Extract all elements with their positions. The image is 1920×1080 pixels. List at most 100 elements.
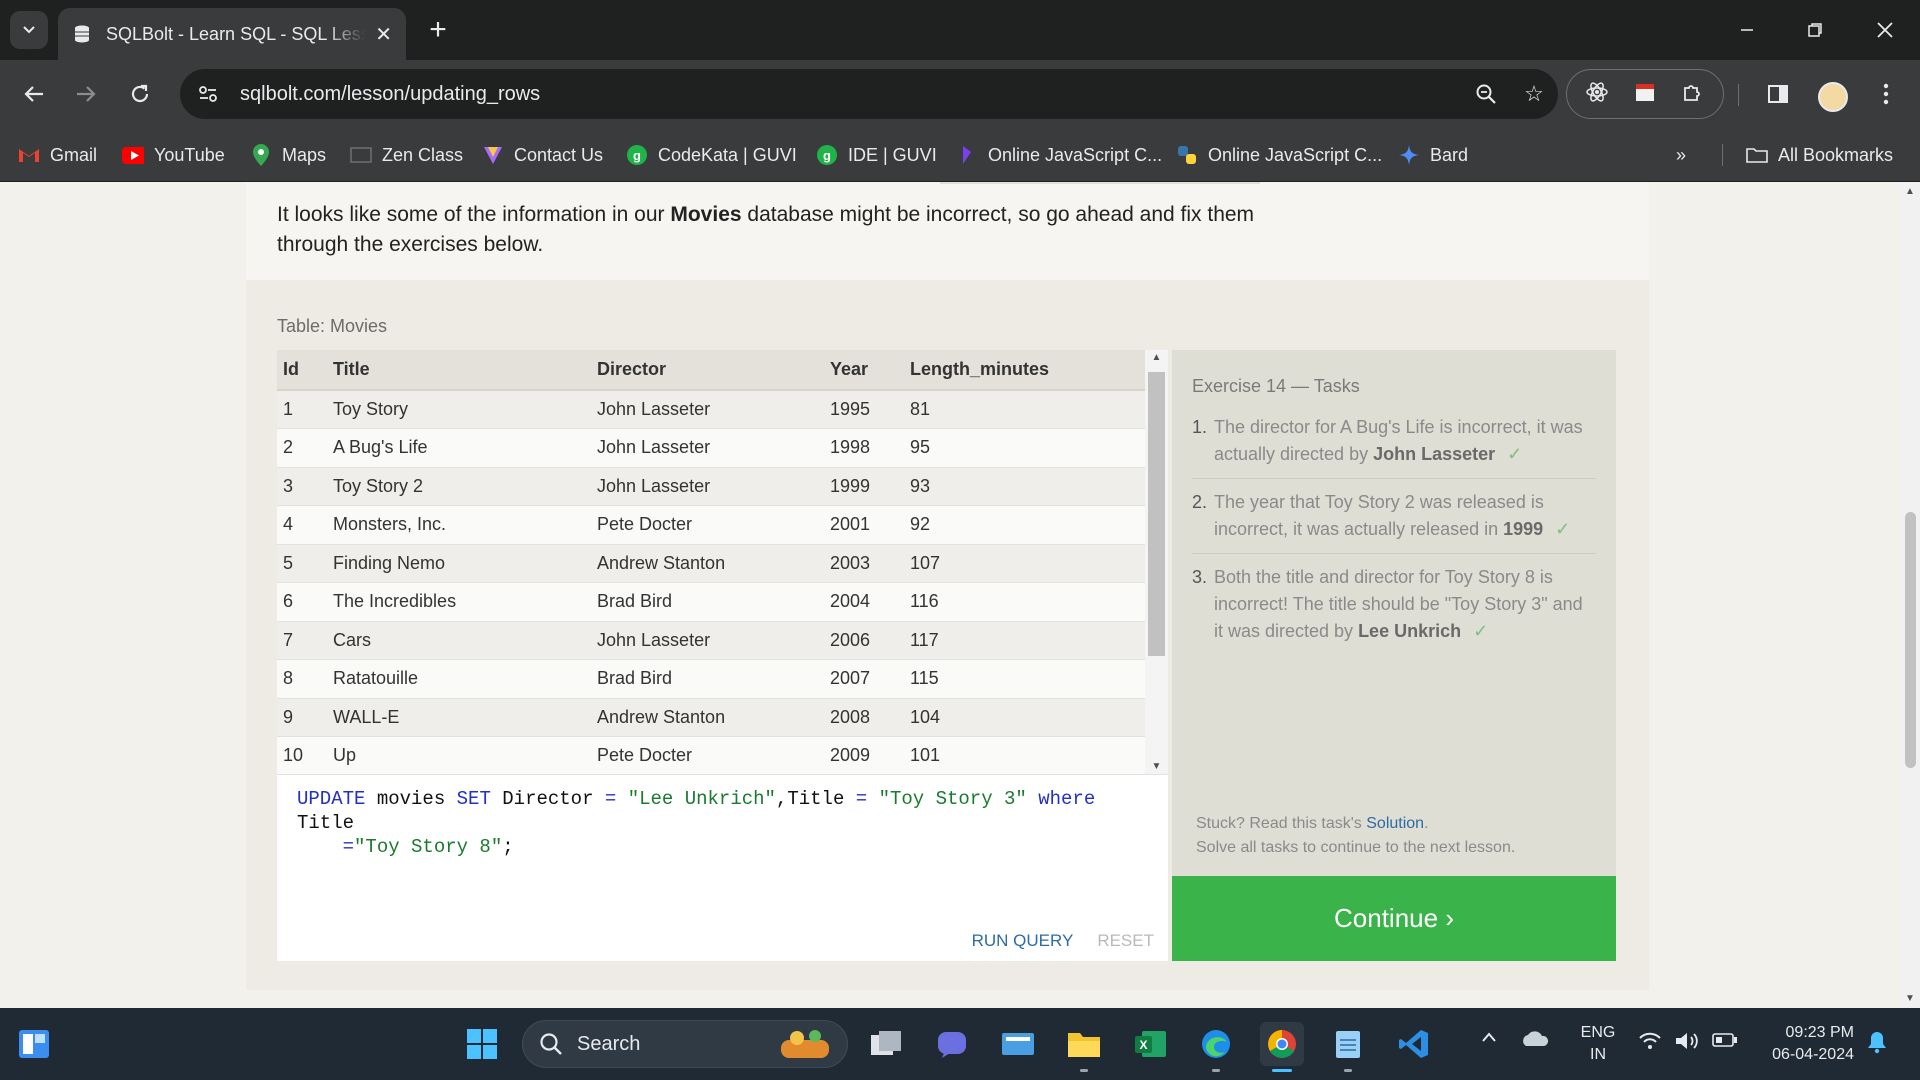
bookmark-contact-us[interactable]: Contact Us [482,140,603,170]
scroll-down-arrow-icon[interactable]: ▼ [1145,761,1168,772]
table-cell: Pete Docter [591,505,824,545]
start-menu-icon[interactable] [460,1022,504,1066]
folder-icon [1746,144,1768,166]
widgets-icon[interactable] [12,1022,56,1066]
checkmark-icon: ✓ [1507,444,1523,464]
bookmarks-separator [1722,144,1723,166]
back-arrow-icon [24,86,43,102]
taskbar-clock[interactable]: 09:23 PM 06-04-2024 [1754,1022,1854,1066]
run-query-button[interactable]: RUN QUERY [972,931,1074,951]
onedrive-icon[interactable] [1520,1026,1550,1055]
side-panel-icon[interactable] [1758,74,1798,114]
table-cell: 2006 [824,621,904,660]
bookmark-label: YouTube [154,144,225,165]
app-icon[interactable] [996,1022,1040,1066]
table-cell: 2 [277,428,327,468]
address-bar[interactable]: sqlbolt.com/lesson/updating_rows ☆ [180,69,1558,119]
zen-class-icon [350,144,372,166]
table-scroll-thumb[interactable] [1148,372,1165,656]
bookmark-label: Zen Class [382,144,464,165]
scroll-up-arrow-icon[interactable]: ▲ [1145,352,1168,363]
wifi-icon[interactable] [1638,1030,1662,1057]
taskbar-search-box[interactable]: Search [522,1020,848,1068]
excel-icon[interactable]: X [1128,1022,1172,1066]
battery-icon[interactable] [1712,1032,1738,1053]
bookmark-gmail[interactable]: Gmail [18,140,97,170]
table-row: 4 Monsters, Inc. Pete Docter 2001 92 [277,505,1145,545]
edge-icon[interactable] [1194,1022,1238,1072]
table-cell: 2009 [824,736,904,774]
table-cell: 81 [904,390,1145,429]
solution-link[interactable]: Solution [1366,815,1424,832]
table-cell: Toy Story 2 [327,467,591,506]
search-icon [540,1033,562,1055]
react-devtools-icon[interactable] [1585,80,1609,109]
page-scroll-up-icon[interactable]: ▲ [1904,186,1916,197]
task-view-icon[interactable] [864,1022,908,1066]
site-info-icon[interactable] [186,72,230,116]
search-highlight-icon [781,1030,829,1058]
teams-chat-icon[interactable] [930,1022,974,1066]
tab-search-button[interactable] [10,11,48,49]
volume-icon[interactable] [1674,1030,1700,1057]
bookmark-youtube[interactable]: YouTube [122,140,225,170]
table-cell: Monsters, Inc. [327,505,591,545]
minimize-button[interactable] [1722,10,1772,50]
bookmark-online-javascript-2[interactable]: Online JavaScript C... [1176,140,1382,170]
bookmark-star-icon[interactable]: ☆ [1510,70,1558,118]
bookmark-online-javascript-1[interactable]: Online JavaScript C... [956,140,1162,170]
vscode-icon[interactable] [1392,1022,1436,1066]
table-cell: 93 [904,467,1145,506]
bookmark-bard[interactable]: Bard [1398,140,1468,170]
forward-button[interactable] [66,74,106,114]
url-text[interactable]: sqlbolt.com/lesson/updating_rows [240,83,1462,106]
bookmark-zen-class[interactable]: Zen Class [350,140,463,170]
page-scroll-thumb[interactable] [1905,512,1916,768]
guvi-icon: g [626,144,648,166]
notification-bell-icon[interactable] [1866,1030,1888,1059]
page-scroll-down-icon[interactable]: ▼ [1904,993,1916,1004]
task-item: 2. The year that Toy Story 2 was release… [1192,489,1596,554]
show-hidden-icons-chevron-icon[interactable] [1480,1022,1498,1057]
tab-close-icon[interactable]: ✕ [375,22,392,47]
profile-avatar[interactable] [1818,82,1848,112]
calendar-extension-icon[interactable] [1634,81,1656,108]
continue-button[interactable]: Continue › [1172,876,1616,961]
all-bookmarks-button[interactable]: All Bookmarks [1746,140,1893,170]
table-cell: 4 [277,505,327,545]
new-tab-button[interactable]: + [420,12,456,48]
restore-button[interactable] [1790,10,1840,50]
table-cell: The Incredibles [327,582,591,622]
exercise-title: Exercise 14 — Tasks [1192,376,1360,396]
minimize-icon [1741,29,1753,31]
zoom-icon[interactable] [1462,70,1510,118]
close-window-button[interactable] [1860,10,1910,50]
bard-icon [1398,144,1420,166]
chrome-menu-icon[interactable] [1866,74,1906,114]
bookmark-maps[interactable]: Maps [250,140,326,170]
table-cell: Brad Bird [591,582,824,622]
bookmark-ide-guvi[interactable]: g IDE | GUVI [816,140,937,170]
all-bookmarks-label: All Bookmarks [1778,144,1894,165]
back-button[interactable] [14,74,54,114]
bookmark-codekata-guvi[interactable]: g CodeKata | GUVI [626,140,797,170]
table-scrollbar[interactable]: ▲ ▼ [1145,350,1168,774]
movies-table-container[interactable]: Id Title Director Year Length_minutes 1T… [277,350,1168,774]
language-indicator[interactable]: ENG IN [1576,1022,1620,1066]
table-cell: 2003 [824,544,904,583]
sql-query-editor[interactable]: UPDATE movies SET Director = "Lee Unkric… [277,774,1168,961]
more-bookmarks-button[interactable]: » [1676,140,1686,170]
notepad-icon[interactable] [1326,1022,1370,1072]
extensions-puzzle-icon[interactable] [1681,80,1705,109]
divider [940,182,1260,184]
guvi-icon: g [816,144,838,166]
sql-query-text[interactable]: UPDATE movies SET Director = "Lee Unkric… [297,787,1157,859]
task-list: 1. The director for A Bug's Life is inco… [1192,414,1596,665]
chrome-icon[interactable] [1260,1022,1304,1072]
reload-button[interactable] [120,74,160,114]
reset-button[interactable]: RESET [1097,931,1154,951]
browser-tab[interactable]: SQLBolt - Learn SQL - SQL Lessons ✕ [58,8,406,60]
file-explorer-icon[interactable] [1062,1022,1106,1072]
table-cell: John Lasseter [591,390,824,429]
page-scrollbar[interactable]: ▲ ▼ [1900,182,1920,1008]
